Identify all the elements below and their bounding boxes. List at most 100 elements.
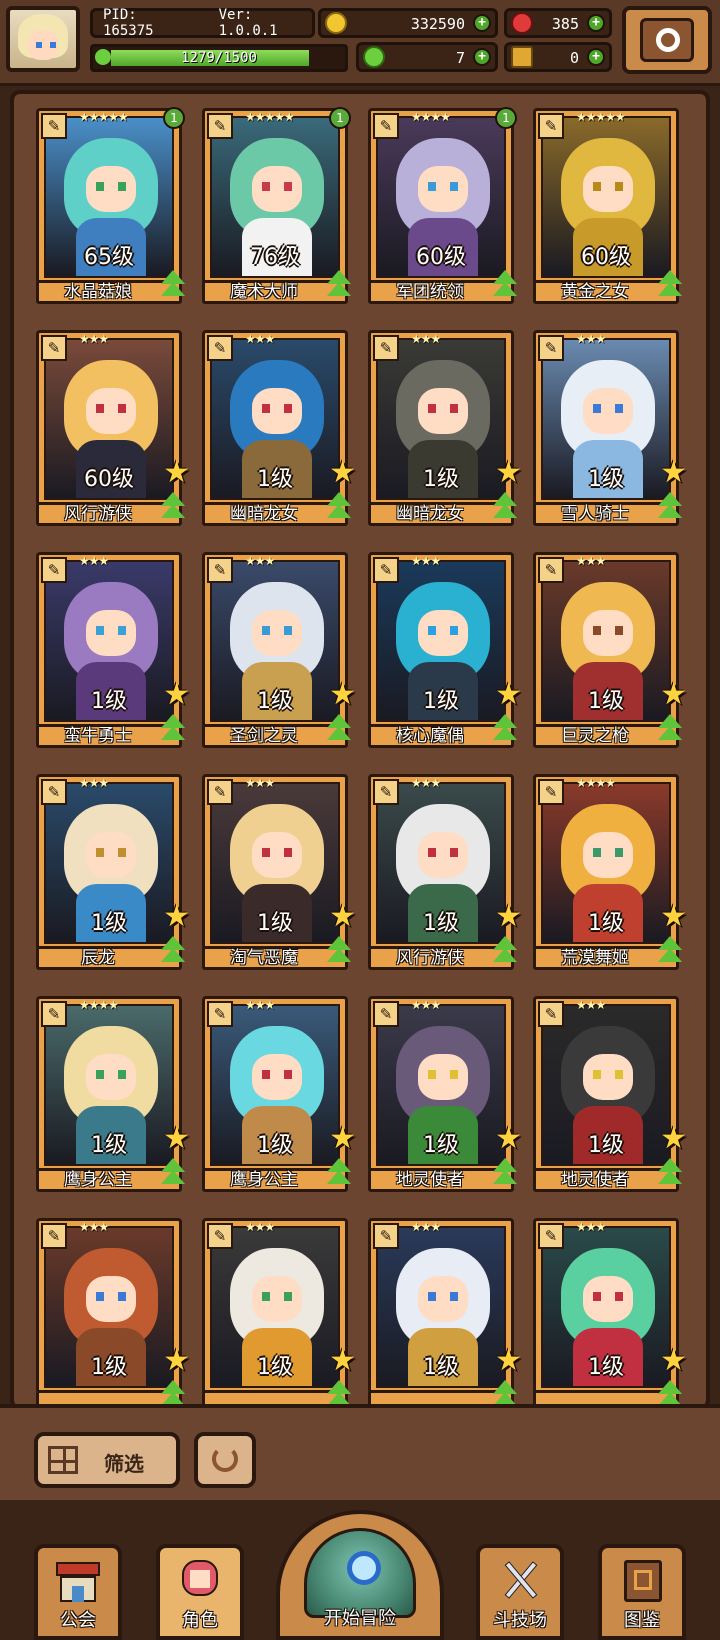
level-up-arrow-icon[interactable] [324,714,354,746]
character-level: 1级 [91,911,127,936]
star-upgrade-icon[interactable]: ★ [495,1346,522,1376]
nav-guild[interactable]: 公会 [34,1544,122,1640]
level-up-arrow-icon[interactable] [655,270,685,302]
star-upgrade-icon[interactable]: ★ [163,902,190,932]
rarity-stars: ★★★★ [576,776,616,790]
level-up-arrow-icon[interactable] [490,1158,520,1190]
character-card[interactable]: ✎ ★★★ 1级 圣剑之灵 ★ [202,552,356,750]
character-card[interactable]: ✎ ★★★★ 1 60级 军团统领 [368,107,517,306]
player-avatar[interactable] [6,6,80,72]
star-upgrade-icon[interactable]: ★ [329,680,356,710]
level-up-arrow-icon[interactable] [490,714,520,746]
character-level: 1级 [257,1133,293,1158]
character-card[interactable]: ✎ ★★★★★ 1 76级 魔术大师 [202,107,351,306]
count-badge: 1 [495,107,517,129]
add-clover-button[interactable]: + [473,48,491,66]
star-upgrade-icon[interactable]: ★ [660,1346,687,1376]
character-card[interactable]: ✎ ★★★ 1级 ★ [202,1218,356,1406]
add-gem-button[interactable]: + [587,14,605,32]
star-upgrade-icon[interactable]: ★ [163,458,190,488]
character-name: 蛮牛勇士 [64,726,132,746]
level-up-arrow-icon[interactable] [158,714,188,746]
star-upgrade-icon[interactable]: ★ [163,680,190,710]
star-upgrade-icon[interactable]: ★ [660,1124,687,1154]
character-card[interactable]: ✎ ★★★ 1级 巨灵之枪 ★ [533,552,687,750]
level-up-arrow-icon[interactable] [324,936,354,968]
star-upgrade-icon[interactable]: ★ [495,680,522,710]
star-upgrade-icon[interactable]: ★ [495,458,522,488]
character-card[interactable]: ✎ ★★★ 1级 辰龙 ★ [36,774,190,972]
rarity-stars: ★★★★★ [79,110,129,124]
nav-codex[interactable]: 图鉴 [598,1544,686,1640]
add-key-button[interactable]: + [587,48,605,66]
star-upgrade-icon[interactable]: ★ [660,458,687,488]
filter-button[interactable]: 筛选 [34,1432,180,1488]
rarity-stars: ★★★ [245,554,275,568]
filter-label: 筛选 [104,1452,144,1476]
level-up-arrow-icon[interactable] [324,492,354,524]
weapon-type-icon: ✎ [41,113,67,139]
nav-adventure[interactable]: 开始冒险 [276,1510,444,1640]
character-card[interactable]: ✎ ★★★ 1级 ★ [36,1218,190,1406]
character-card[interactable]: ✎ ★★★★★ 1 65级 水晶菇娘 [36,107,185,306]
star-upgrade-icon[interactable]: ★ [660,902,687,932]
star-upgrade-icon[interactable]: ★ [329,1124,356,1154]
character-head-icon [172,1556,228,1604]
nav-adventure-label: 开始冒险 [324,1608,396,1629]
weapon-type-icon: ✎ [538,557,564,583]
character-name: 黄金之女 [561,282,629,302]
refresh-button[interactable] [194,1432,256,1488]
card-frame: ✎ ★★★ 1级 [202,552,348,728]
character-card[interactable]: ✎ ★★★ 1级 雪人骑士 ★ [533,330,687,528]
character-card[interactable]: ✎ ★★★ 1级 地灵使者 ★ [533,996,687,1194]
level-up-arrow-icon[interactable] [490,936,520,968]
level-up-arrow-icon[interactable] [655,936,685,968]
clover-value: 7 [455,49,465,67]
level-up-arrow-icon[interactable] [655,1158,685,1190]
character-card[interactable]: ✎ ★★★ 1级 地灵使者 ★ [368,996,522,1194]
weapon-type-icon: ✎ [41,779,67,805]
character-card[interactable]: ✎ ★★★★ 1级 鹰身公主 ★ [36,996,190,1194]
add-gold-button[interactable]: + [473,14,491,32]
character-card[interactable]: ✎ ★★★ 1级 ★ [368,1218,522,1406]
character-card[interactable]: ✎ ★★★ 1级 淘气恶魔 ★ [202,774,356,972]
level-up-arrow-icon[interactable] [158,270,188,302]
key-icon [511,46,533,68]
card-frame: ✎ ★★★ 1级 [533,1218,679,1394]
nav-character[interactable]: 角色 [156,1544,244,1640]
character-card[interactable]: ✎ ★★★ 1级 ★ [533,1218,687,1406]
star-upgrade-icon[interactable]: ★ [495,1124,522,1154]
star-upgrade-icon[interactable]: ★ [163,1346,190,1376]
star-upgrade-icon[interactable]: ★ [660,680,687,710]
card-frame: ✎ ★★★★★ 60级 [533,108,679,284]
level-up-arrow-icon[interactable] [158,492,188,524]
level-up-arrow-icon[interactable] [324,1158,354,1190]
level-up-arrow-icon[interactable] [158,936,188,968]
character-level: 1级 [588,911,624,936]
star-upgrade-icon[interactable]: ★ [329,1346,356,1376]
guild-house-icon [50,1556,106,1604]
character-card[interactable]: ✎ ★★★ 1级 蛮牛勇士 ★ [36,552,190,750]
level-up-arrow-icon[interactable] [655,714,685,746]
level-up-arrow-icon[interactable] [324,270,354,302]
character-card[interactable]: ✎ ★★★ 1级 风行游侠 ★ [368,774,522,972]
star-upgrade-icon[interactable]: ★ [329,458,356,488]
character-card[interactable]: ✎ ★★★ 1级 核心魔偶 ★ [368,552,522,750]
star-upgrade-icon[interactable]: ★ [163,1124,190,1154]
level-up-arrow-icon[interactable] [490,270,520,302]
character-name: 荒漠舞姬 [561,948,629,968]
star-upgrade-icon[interactable]: ★ [495,902,522,932]
character-card[interactable]: ✎ ★★★ 1级 幽暗龙女 ★ [368,330,522,528]
level-up-arrow-icon[interactable] [490,492,520,524]
character-card[interactable]: ✎ ★★★★★ 60级 黄金之女 [533,108,682,306]
level-up-arrow-icon[interactable] [655,492,685,524]
settings-button[interactable] [622,6,712,74]
star-upgrade-icon[interactable]: ★ [329,902,356,932]
rarity-stars: ★★★ [79,776,109,790]
level-up-arrow-icon[interactable] [158,1158,188,1190]
character-card[interactable]: ✎ ★★★★ 1级 荒漠舞姬 ★ [533,774,687,972]
character-card[interactable]: ✎ ★★★ 60级 风行游侠 ★ [36,330,190,528]
nav-arena[interactable]: 斗技场 [476,1544,564,1640]
character-card[interactable]: ✎ ★★★ 1级 幽暗龙女 ★ [202,330,356,528]
character-card[interactable]: ✎ ★★★ 1级 鹰身公主 ★ [202,996,356,1194]
